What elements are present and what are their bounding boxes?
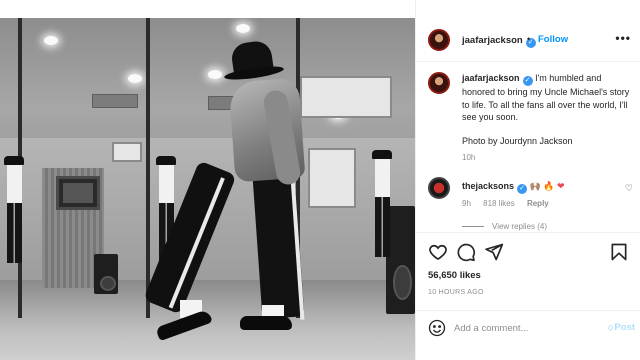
reflection-body <box>7 165 22 203</box>
comment-like-icon[interactable]: ♡ <box>625 183 633 194</box>
header-username[interactable]: jaafarjackson ✓ <box>462 35 536 48</box>
avatar[interactable] <box>428 29 450 51</box>
ceiling-light <box>236 24 250 33</box>
hat <box>372 150 392 159</box>
tv <box>56 176 100 210</box>
instagram-post: jaafarjackson ✓ • Follow ••• jaafarjackso… <box>0 0 640 360</box>
ceiling-light <box>208 70 222 79</box>
window <box>308 148 356 208</box>
verified-icon: ✓ <box>517 184 528 194</box>
heart-icon[interactable] <box>428 242 448 262</box>
avatar[interactable] <box>428 177 450 199</box>
comment-text: 🙌🏽 🔥 <box>529 181 555 191</box>
comment-time[interactable]: 9h <box>462 199 471 208</box>
bookmark-icon[interactable] <box>609 242 629 262</box>
post-caption: jaafarjackson ✓ I'm humbled and honored t… <box>462 72 634 124</box>
heart-emoji: ❤ <box>556 181 565 191</box>
caption-username[interactable]: jaafarjackson <box>462 73 520 83</box>
comments-section: jaafarjackson ✓ I'm humbled and honored t… <box>416 62 640 232</box>
view-replies-link[interactable]: View replies (4) <box>462 222 547 231</box>
comment-icon[interactable] <box>456 242 476 262</box>
post-timestamp[interactable]: 10 HOURS AGO <box>428 289 484 296</box>
post-button[interactable]: ⬦Post <box>608 322 635 333</box>
ceiling-light <box>44 36 58 45</box>
share-icon[interactable] <box>484 242 504 262</box>
verified-icon: ✓ <box>522 76 533 86</box>
post-photo[interactable] <box>0 18 415 360</box>
post-label: Post <box>614 322 635 333</box>
window <box>112 142 142 162</box>
post-spark-icon: ⬦ <box>607 323 614 332</box>
reflection-body <box>375 159 390 197</box>
emoji-icon[interactable] <box>428 319 446 337</box>
follow-button[interactable]: Follow <box>538 34 568 45</box>
comment-likes[interactable]: 818 likes <box>483 199 515 208</box>
reflection-body <box>159 165 174 203</box>
hat <box>156 156 176 165</box>
comment-meta: 9h 818 likes Reply <box>462 199 559 208</box>
speaker <box>94 254 118 294</box>
ceiling-vent <box>92 94 138 108</box>
more-options-button[interactable]: ••• <box>615 31 631 45</box>
mirror-frame <box>146 18 150 318</box>
ceiling-light <box>128 74 142 83</box>
likes-count[interactable]: 56,650 likes <box>428 270 481 281</box>
comment-input[interactable] <box>454 320 594 336</box>
loafer <box>240 316 292 330</box>
comment: thejacksons ✓ 🙌🏽 🔥 ❤ <box>462 181 565 194</box>
reflection-legs <box>375 197 390 257</box>
window <box>300 76 392 118</box>
caption-time[interactable]: 10h <box>462 153 475 162</box>
speaker <box>386 206 415 314</box>
hat <box>4 156 24 165</box>
avatar[interactable] <box>428 72 450 94</box>
separator-dot: • <box>527 34 531 44</box>
username-text[interactable]: jaafarjackson <box>462 35 523 46</box>
reflection-legs <box>7 203 22 263</box>
post-header: jaafarjackson ✓ • Follow ••• <box>416 18 640 62</box>
reply-button[interactable]: Reply <box>527 199 549 208</box>
post-side-panel: jaafarjackson ✓ • Follow ••• jaafarjackso… <box>415 0 640 360</box>
photo-credit: Photo by Jourdynn Jackson <box>462 136 573 146</box>
comment-username[interactable]: thejacksons <box>462 181 514 191</box>
add-comment-bar: ⬦Post <box>416 310 640 344</box>
